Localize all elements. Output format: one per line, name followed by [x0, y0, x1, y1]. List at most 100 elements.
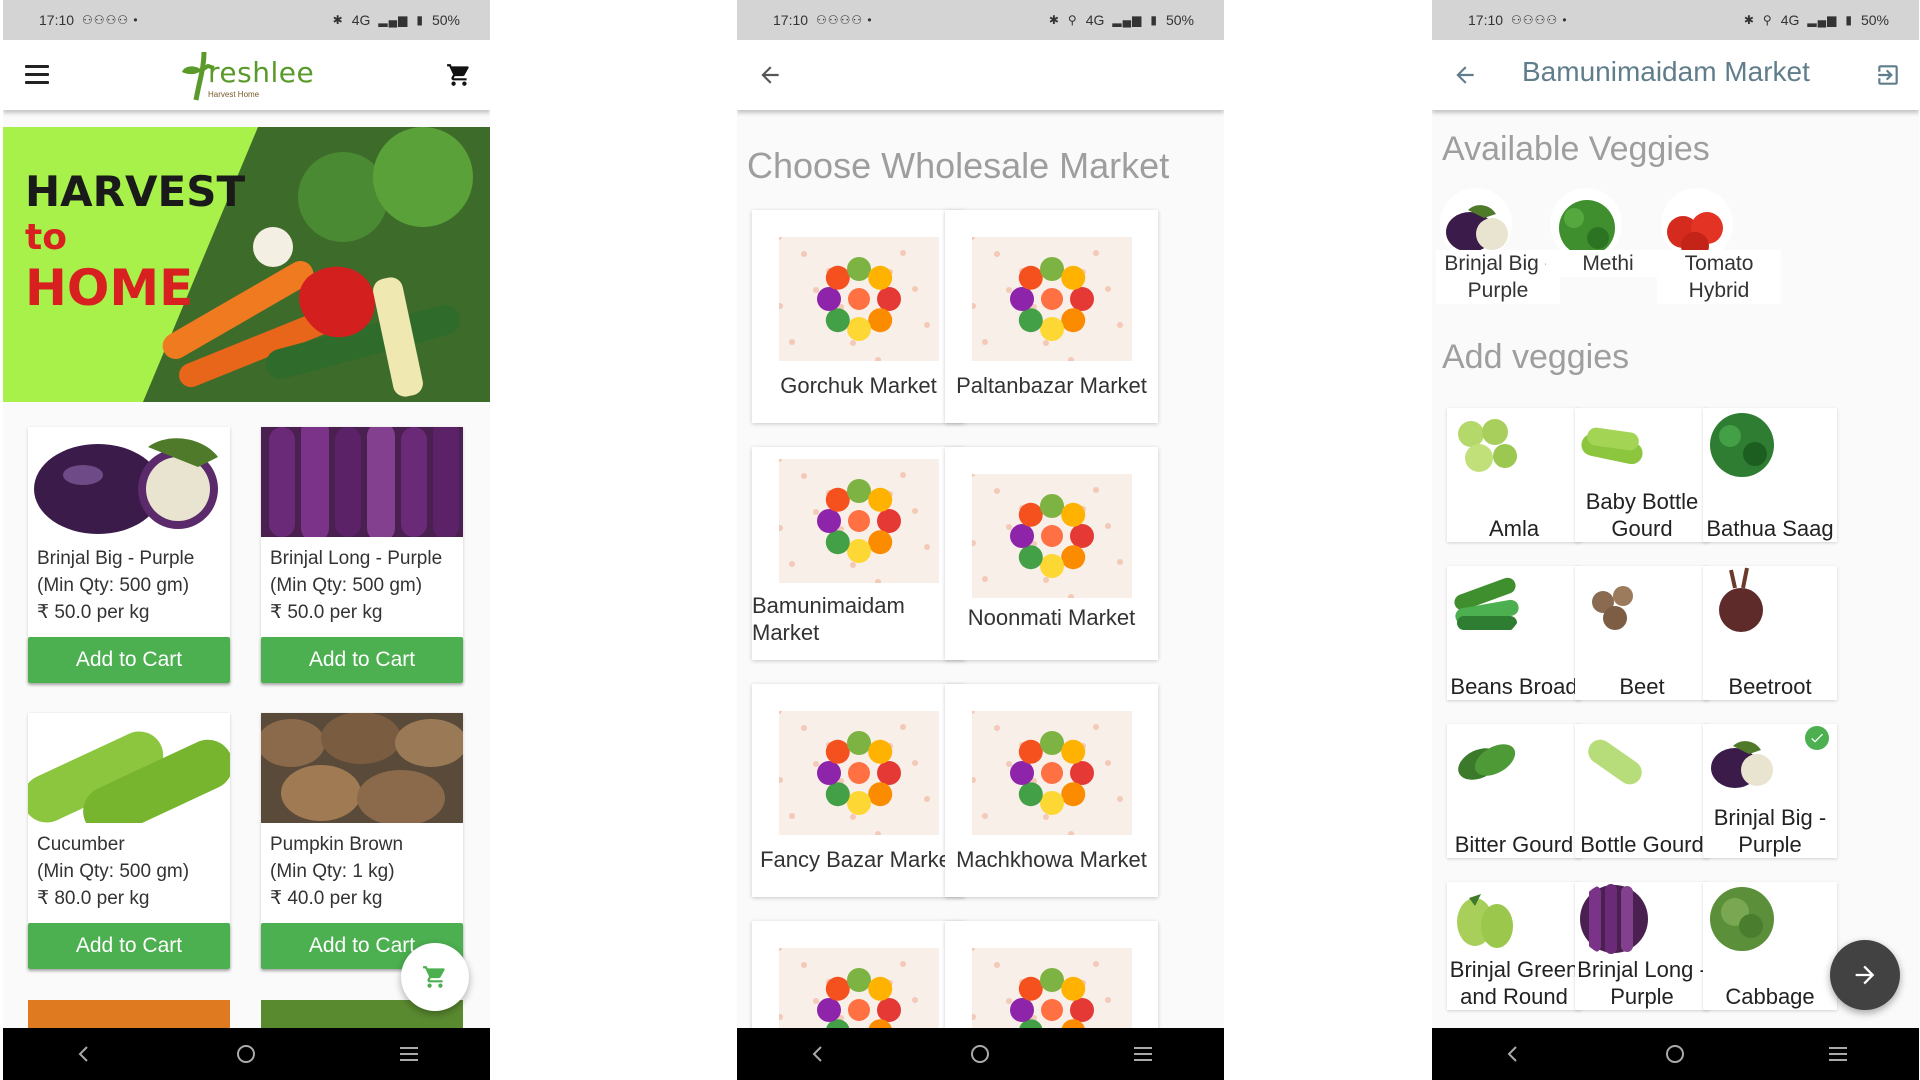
market-image [779, 711, 939, 835]
product-name: Brinjal Long - Purple [270, 548, 443, 569]
veggie-card[interactable]: Amla [1447, 408, 1581, 542]
product-card: Pumpkin Brown (Min Qty: 1 kg) ₹ 40.0 per… [261, 713, 463, 969]
app-bar: Bamunimaidam Market [1432, 40, 1919, 110]
available-veggie[interactable]: Methi [1546, 188, 1670, 298]
status-bar: 17:10 ⚇⚇⚇⚇ • ✱ ⚲ 4G ▂▄▆ ▮ 50% [737, 0, 1224, 40]
status-time: 17:10 [773, 12, 809, 28]
market-image [779, 459, 939, 583]
cart-icon [423, 966, 445, 988]
veggie-name: Brinjal Green and Round [1449, 957, 1579, 1009]
nav-home-icon[interactable] [235, 1043, 257, 1065]
veggie-image [1577, 724, 1651, 798]
add-to-cart-button[interactable]: Add to Cart [261, 637, 463, 683]
available-veggie[interactable]: Tomato Hybrid [1657, 188, 1781, 304]
nav-back-icon[interactable] [74, 1044, 94, 1064]
status-time: 17:10 [39, 12, 75, 28]
veggie-card[interactable]: Brinjal Long - Purple [1575, 882, 1709, 1010]
veggie-card[interactable]: Brinjal Big - Purple [1703, 724, 1837, 858]
veggie-card[interactable]: Beans Broad [1447, 566, 1581, 700]
product-price: ₹ 50.0 per kg [270, 602, 383, 623]
nav-home-icon[interactable] [969, 1043, 991, 1065]
nav-home-icon[interactable] [1664, 1043, 1686, 1065]
veggie-name: Bottle Gourd [1580, 832, 1704, 857]
exit-icon[interactable] [1875, 62, 1901, 88]
veggie-card[interactable]: Bathua Saag [1703, 408, 1837, 542]
system-nav-bar [3, 1028, 490, 1080]
nav-recents-icon[interactable] [1827, 1044, 1849, 1064]
market-card[interactable]: Bamunimaidam Market [752, 447, 965, 660]
banner-line-to: to [25, 217, 67, 258]
veggie-card[interactable]: Beetroot [1703, 566, 1837, 700]
phone-screen-products: 17:10 ⚇⚇⚇⚇ • ✱ 4G ▂▄▆ ▮ 50% reshlee Harv… [3, 0, 490, 1080]
add-veggies-title: Add veggies [1442, 338, 1630, 376]
product-min-qty: (Min Qty: 1 kg) [270, 861, 395, 882]
arrow-back-icon[interactable] [757, 62, 783, 88]
market-card[interactable]: Paltanbazar Market [945, 210, 1158, 423]
available-veggie[interactable]: Brinjal Big - Purple [1436, 188, 1560, 304]
location-icon: ⚲ [1067, 13, 1078, 27]
signal-icon: ▂▄▆ [378, 13, 409, 27]
market-title: Bamunimaidam Market [1522, 56, 1810, 87]
network-label: 4G [351, 12, 371, 28]
status-bar: 17:10 ⚇⚇⚇⚇ • ✱ ⚲ 4G ▂▄▆ ▮ 50% [1432, 0, 1919, 40]
nav-recents-icon[interactable] [398, 1044, 420, 1064]
add-to-cart-button[interactable]: Add to Cart [28, 923, 230, 969]
product-price: ₹ 50.0 per kg [37, 602, 150, 623]
system-nav-bar [737, 1028, 1224, 1080]
next-button[interactable] [1830, 940, 1900, 1010]
nav-recents-icon[interactable] [1132, 1044, 1154, 1064]
cart-icon[interactable] [446, 62, 472, 93]
market-card[interactable]: Machkhowa Market [945, 684, 1158, 897]
veggie-image [1577, 566, 1651, 640]
arrow-back-icon[interactable] [1452, 62, 1478, 88]
veggie-image [1705, 566, 1779, 640]
add-to-cart-button[interactable]: Add to Cart [28, 637, 230, 683]
signal-icon: ▂▄▆ [1112, 13, 1143, 27]
floating-cart-button[interactable] [401, 943, 469, 1011]
notification-icons: ⚇⚇⚇⚇ • [82, 13, 139, 27]
nav-back-icon[interactable] [808, 1044, 828, 1064]
veggie-card[interactable]: Cabbage [1703, 882, 1837, 1010]
market-image [972, 474, 1132, 598]
market-name: Gorchuk Market [780, 373, 937, 398]
product-image-brinjal-long [261, 427, 463, 537]
battery-level: 50% [431, 12, 460, 28]
product-name: Cucumber [37, 834, 125, 855]
product-min-qty: (Min Qty: 500 gm) [270, 575, 423, 596]
veggie-image [1449, 566, 1523, 640]
veggie-name: Tomato Hybrid [1657, 250, 1781, 304]
product-min-qty: (Min Qty: 500 gm) [37, 575, 190, 596]
veggie-card[interactable]: Bottle Gourd [1575, 724, 1709, 858]
veggie-name: Beans Broad [1450, 674, 1578, 699]
available-veggies-title: Available Veggies [1442, 130, 1710, 168]
veggie-name: Brinjal Long - Purple [1577, 957, 1707, 1009]
app-bar: reshlee Harvest Home [3, 40, 490, 110]
veggie-image [1449, 408, 1523, 482]
market-name: Fancy Bazar Market [760, 847, 957, 872]
logo-tagline: Harvest Home [208, 90, 260, 99]
nav-back-icon[interactable] [1503, 1044, 1523, 1064]
product-card: Brinjal Big - Purple (Min Qty: 500 gm) ₹… [28, 427, 230, 683]
veggie-card[interactable]: Baby Bottle Gourd [1575, 408, 1709, 542]
market-card[interactable]: Noonmati Market [945, 447, 1158, 660]
veggie-card[interactable]: Beet [1575, 566, 1709, 700]
freshlee-logo: reshlee Harvest Home [178, 46, 323, 106]
market-card[interactable]: Gorchuk Market [752, 210, 965, 423]
hamburger-icon[interactable] [25, 65, 49, 85]
market-thumbnail-image [972, 237, 1132, 361]
veggie-card[interactable]: Brinjal Green and Round [1447, 882, 1581, 1010]
market-thumbnail-image [972, 474, 1132, 598]
veggie-name: Methi [1546, 250, 1670, 277]
veggie-card[interactable]: Bitter Gourd [1447, 724, 1581, 858]
notification-icons: ⚇⚇⚇⚇ • [816, 13, 873, 27]
veggie-name: Beet [1619, 674, 1665, 699]
status-time: 17:10 [1468, 12, 1504, 28]
network-label: 4G [1780, 12, 1800, 28]
arrow-forward-icon [1855, 965, 1875, 985]
market-thumbnail-image [972, 711, 1132, 835]
product-name: Pumpkin Brown [270, 834, 404, 855]
market-card[interactable]: Fancy Bazar Market [752, 684, 965, 897]
veggie-image [1705, 408, 1779, 482]
product-card: Brinjal Long - Purple (Min Qty: 500 gm) … [261, 427, 463, 683]
veggie-name: Amla [1488, 516, 1540, 541]
